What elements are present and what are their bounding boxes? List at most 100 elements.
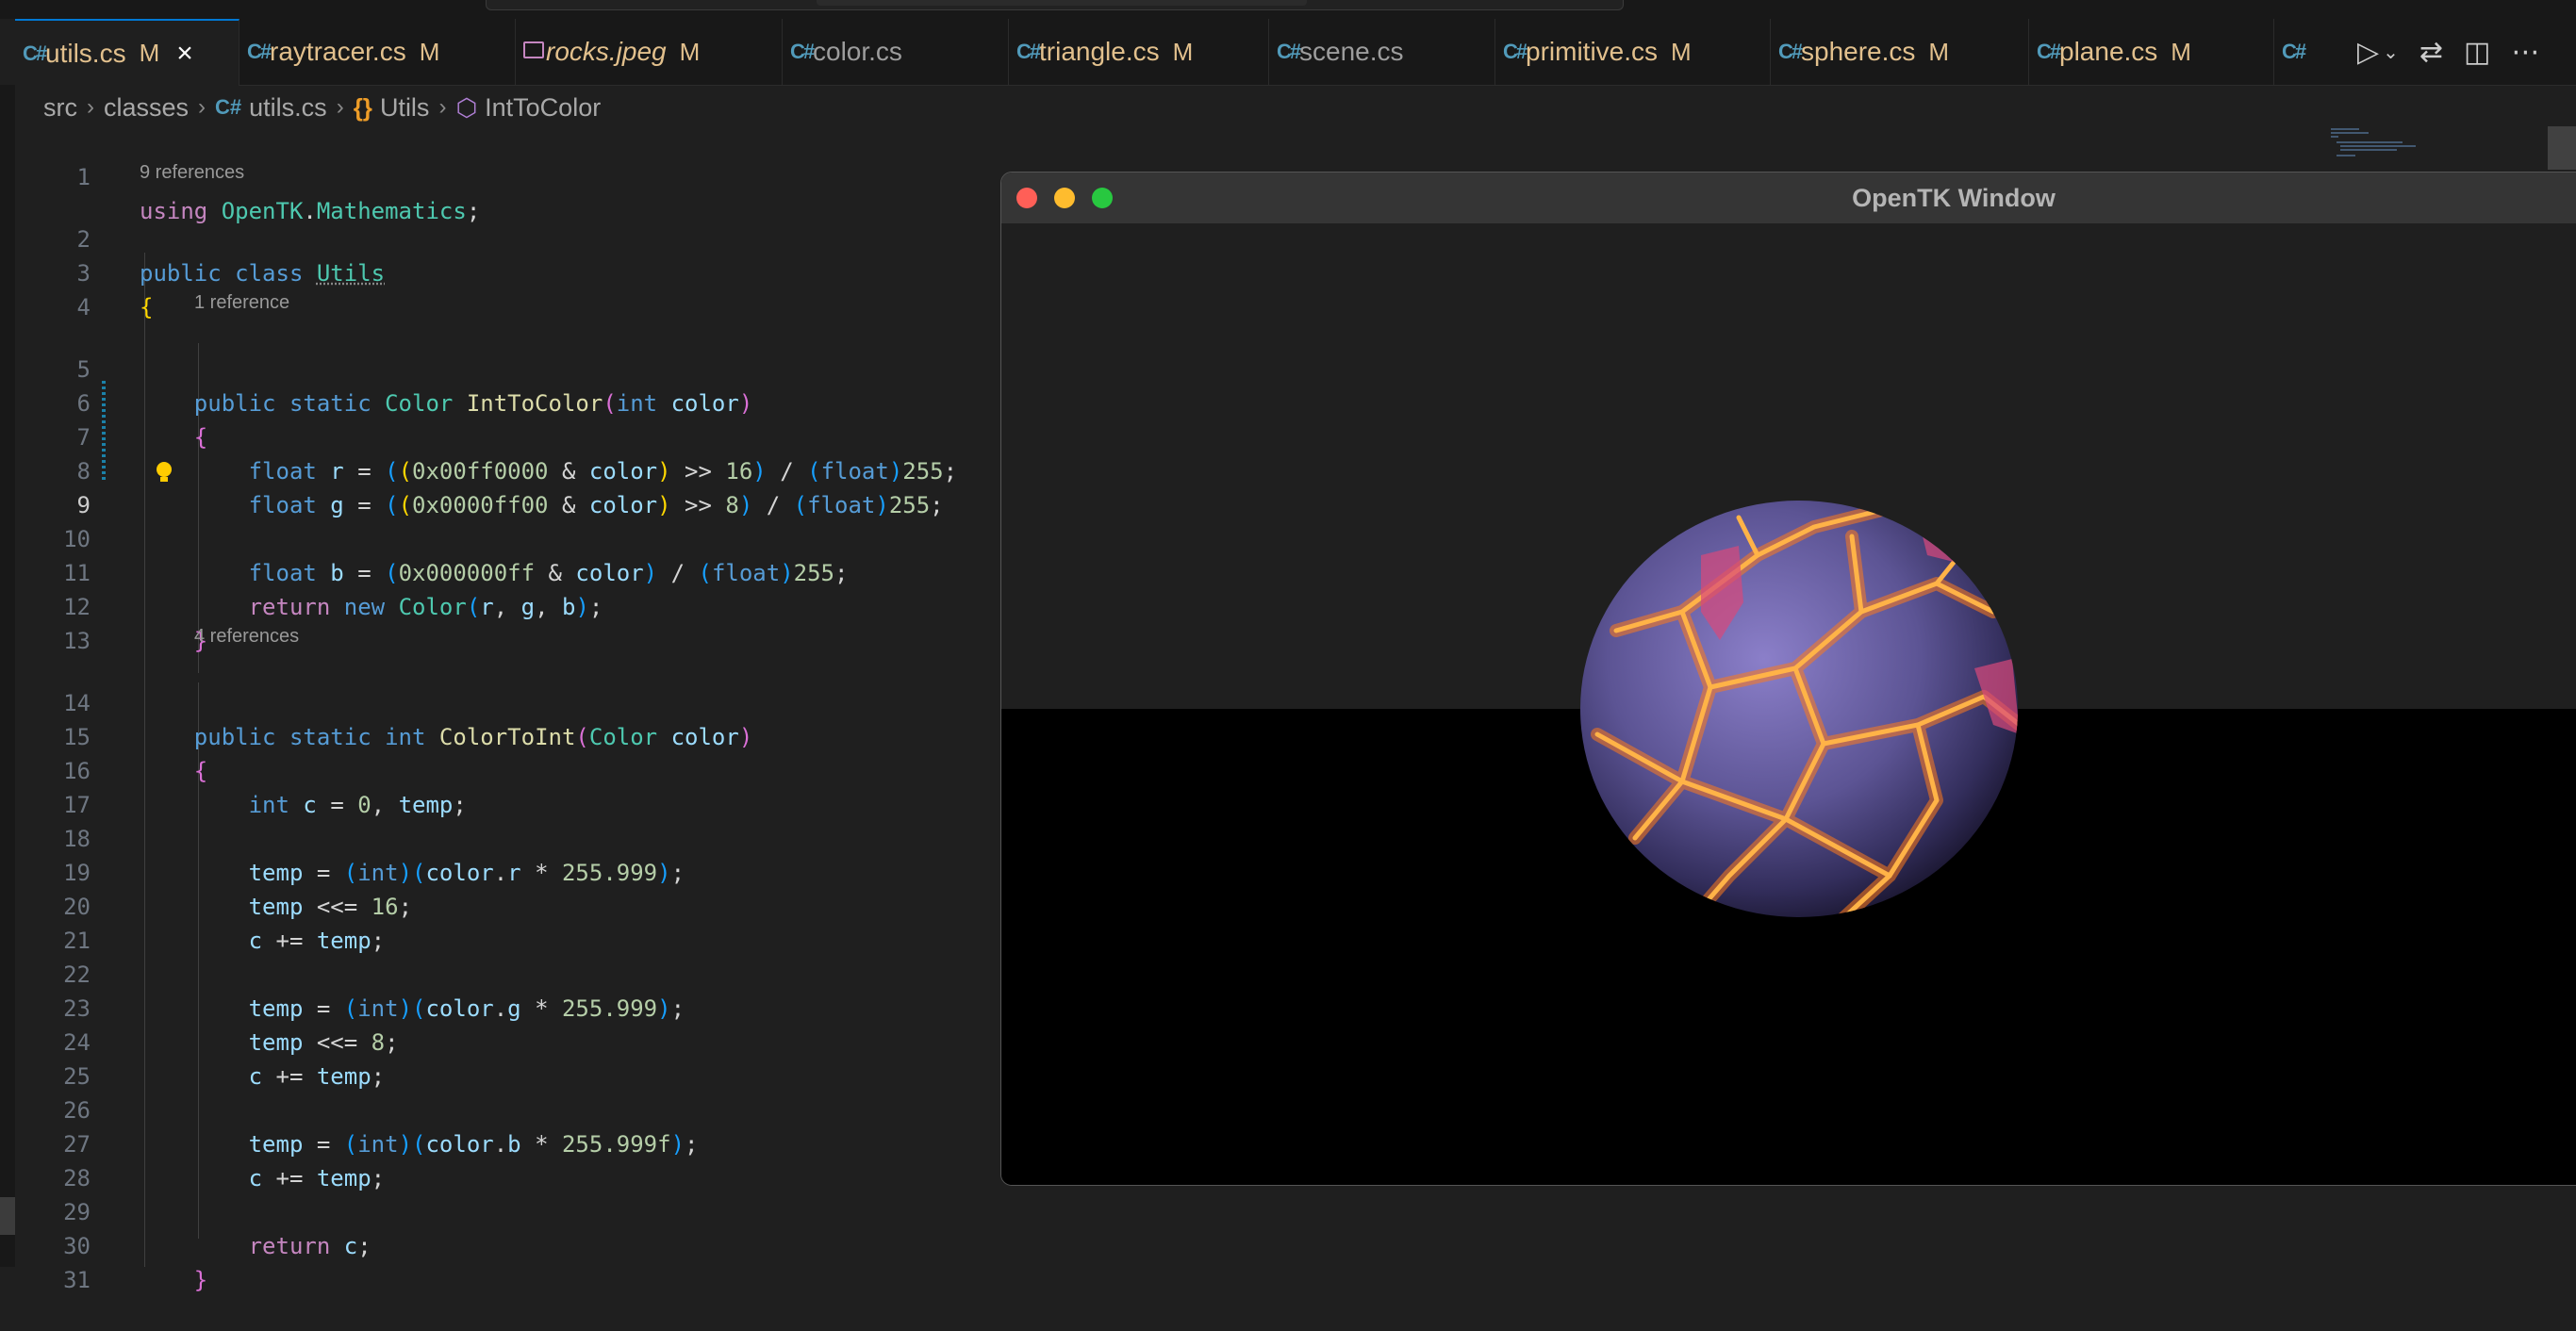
codelens-references[interactable]: 9 references (140, 158, 244, 187)
tab-utils-cs[interactable]: C# utils.cs M × (15, 19, 239, 86)
codelens-references[interactable]: 1 reference (194, 288, 289, 317)
modified-badge: M (1928, 37, 1950, 66)
code-line: 1 using OpenTK.Mathematics; (76, 164, 481, 224)
tab-rocks-jpeg[interactable]: rocks.jpeg M (516, 19, 783, 85)
code-line: 3 { (76, 260, 154, 320)
csharp-file-icon: C# (1016, 40, 1041, 63)
code-line: 14 public static int ColorToInt(Color co… (63, 690, 753, 750)
breadcrumb-item[interactable]: IntToColor (485, 93, 601, 123)
tab-label: primitive.cs (1526, 37, 1659, 66)
code-line: 10 (63, 526, 91, 552)
csharp-file-icon: C# (215, 95, 242, 119)
chevron-down-icon[interactable]: ⌄ (2383, 41, 2399, 64)
split-editor-icon[interactable]: ◫ (2464, 36, 2490, 69)
tab-plane-cs[interactable]: C# plane.cs M (2029, 19, 2274, 85)
code-line: 17 (63, 792, 91, 818)
title-bar (0, 0, 2576, 19)
code-line: 8 float g = ((0x0000ff00 & color) >> 8) … (76, 458, 944, 518)
code-line: 7 float r = ((0x00ff0000 & color) >> 16)… (76, 424, 958, 485)
tab-primitive-cs[interactable]: C# primitive.cs M (1495, 19, 1771, 85)
code-line: 22 temp = (int)(color.g * 255.999); (63, 961, 685, 1022)
modified-badge: M (2171, 37, 2191, 66)
tab-label: plane.cs (2059, 37, 2158, 66)
tab-label: triangle.cs (1039, 37, 1160, 66)
tab-label: sphere.cs (1801, 37, 1916, 66)
chevron-right-icon: › (87, 94, 94, 120)
tab-label: scene.cs (1299, 37, 1404, 66)
modified-badge: M (139, 39, 160, 67)
modified-badge: M (1671, 37, 1692, 66)
breadcrumb-item[interactable]: src (43, 93, 77, 123)
code-line: 13 (63, 628, 91, 654)
tab-label: rocks.jpeg (546, 37, 667, 66)
code-line: 27 c += temp; (63, 1131, 386, 1191)
activity-edge (0, 85, 15, 1267)
code-line: 29 return c; (63, 1199, 372, 1259)
code-line: 16 int c = 0, temp; (63, 758, 467, 818)
csharp-file-icon: C# (2037, 40, 2061, 63)
tab-label: color.cs (813, 37, 902, 66)
code-line: 2 public class Utils (76, 226, 386, 287)
code-line-current: 9 float b = (0x000000ff & color) / (floa… (15, 454, 848, 586)
code-line: 31 (63, 1267, 91, 1293)
lightbulb-icon[interactable] (157, 462, 172, 482)
window-titlebar[interactable]: OpenTK Window (1001, 173, 2576, 224)
csharp-file-icon: C# (1778, 40, 1803, 63)
code-line: 21 (63, 928, 91, 954)
image-file-icon (523, 41, 544, 58)
tab-label: utils.cs (45, 38, 126, 68)
compare-icon[interactable]: ⇄ (2419, 36, 2443, 69)
code-line: 25 (63, 1063, 91, 1090)
codelens-references[interactable]: 4 references (194, 622, 299, 650)
code-line: 26 temp = (int)(color.b * 255.999f); (63, 1097, 699, 1158)
git-change-marker (102, 381, 106, 483)
csharp-file-icon: C# (790, 40, 815, 63)
breadcrumb-item[interactable]: Utils (380, 93, 430, 123)
run-icon[interactable]: ▷ (2357, 36, 2379, 69)
breadcrumb-item[interactable]: classes (104, 93, 189, 123)
editor-tabs: C# utils.cs M × C# raytracer.cs M rocks.… (15, 19, 2576, 86)
code-line: 28 (63, 1165, 91, 1191)
tab-sphere-cs[interactable]: C# sphere.cs M (1771, 19, 2029, 85)
modified-badge: M (419, 37, 440, 66)
tab-scene-cs[interactable]: C# scene.cs (1269, 19, 1495, 85)
chevron-right-icon: › (198, 94, 206, 120)
method-icon: ⬡ (455, 92, 478, 122)
code-line: 24 c += temp; (63, 1029, 386, 1090)
csharp-file-icon: C# (23, 41, 47, 65)
command-center[interactable] (486, 0, 1624, 10)
code-line: 18 temp = (int)(color.r * 255.999); (63, 826, 685, 886)
editor-actions: ▷ ⌄ ⇄ ◫ ⋯ (2337, 19, 2539, 85)
more-icon[interactable]: ⋯ (2511, 36, 2539, 69)
minimap[interactable] (2320, 126, 2565, 173)
code-line: 19 temp <<= 16; (63, 860, 413, 920)
window-title: OpenTK Window (1852, 184, 2056, 212)
csharp-file-icon: C# (2282, 40, 2306, 63)
breadcrumb: src › classes › C# utils.cs › {} Utils ›… (43, 90, 601, 124)
tab-raytracer-cs[interactable]: C# raytracer.cs M (239, 19, 516, 85)
rendered-sphere (1580, 501, 2018, 917)
modified-badge: M (679, 37, 701, 66)
chevron-right-icon: › (336, 94, 344, 120)
close-icon[interactable]: × (176, 38, 193, 70)
csharp-file-icon: C# (247, 40, 272, 63)
csharp-file-icon: C# (1277, 40, 1301, 63)
opentk-window[interactable]: OpenTK Window (1000, 172, 2576, 1186)
code-line: 11 return new Color(r, g, b); (63, 560, 603, 620)
tab-label: raytracer.cs (270, 37, 406, 66)
code-editor[interactable]: 1 using OpenTK.Mathematics; 9 references… (15, 126, 996, 1293)
command-center-field[interactable] (817, 0, 1307, 6)
scroll-marker (0, 1197, 15, 1235)
code-line: 30 } (63, 1233, 208, 1293)
tab-color-cs[interactable]: C# color.cs (783, 19, 1009, 85)
tab-triangle-cs[interactable]: C# triangle.cs M (1009, 19, 1269, 85)
code-line: 6 { (76, 390, 208, 451)
render-canvas (1001, 223, 2576, 1185)
chevron-right-icon: › (438, 94, 447, 120)
modified-badge: M (1172, 37, 1194, 66)
code-line: 4 (76, 294, 91, 320)
scrollbar-thumb[interactable] (2548, 126, 2576, 170)
code-line: 5 public static Color IntToColor(int col… (76, 356, 753, 417)
class-icon: {} (353, 92, 372, 122)
breadcrumb-item[interactable]: utils.cs (249, 93, 327, 123)
